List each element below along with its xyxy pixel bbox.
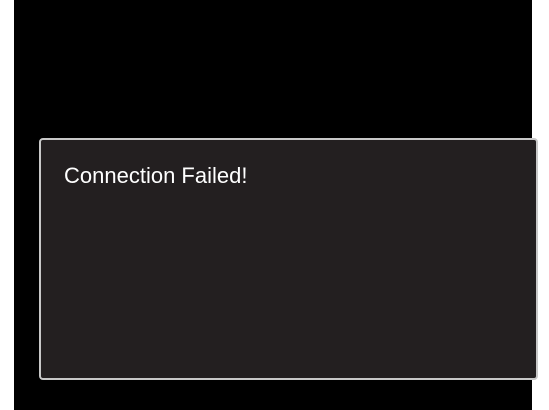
error-message: Connection Failed! xyxy=(64,163,248,188)
connection-error-dialog: Connection Failed! xyxy=(39,138,538,380)
